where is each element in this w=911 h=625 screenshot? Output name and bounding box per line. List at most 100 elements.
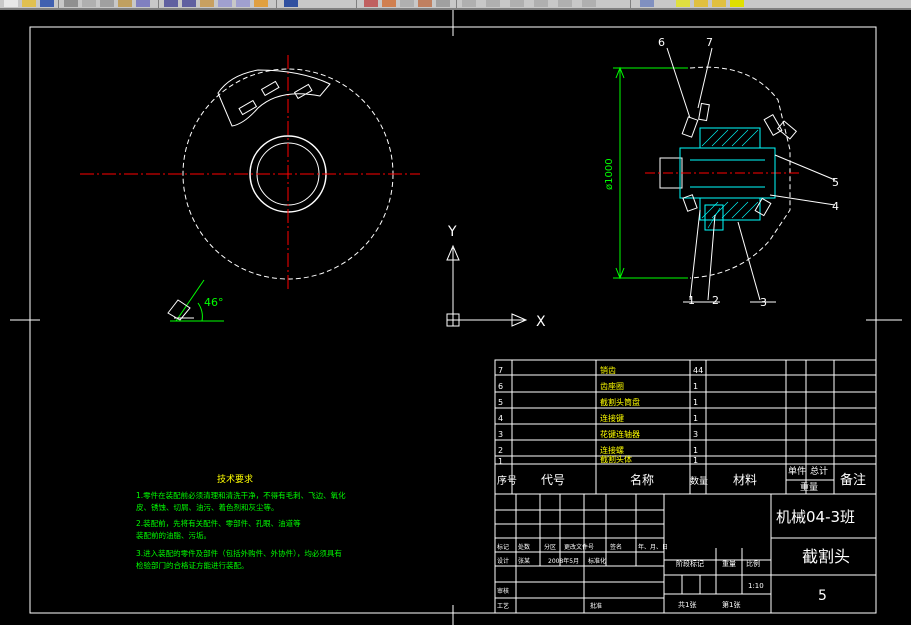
properties-icon[interactable] xyxy=(364,0,378,7)
sheet-set-icon[interactable] xyxy=(418,0,432,7)
part-qty: 1 xyxy=(693,382,698,391)
layer-bulb-icon[interactable] xyxy=(676,0,690,7)
tech-req-line: 1.零件在装配前必须清理和清洗干净，不得有毛刺、飞边、氧化 xyxy=(136,490,346,500)
ucs-y-label: Y xyxy=(447,224,457,240)
save-file-icon[interactable] xyxy=(40,0,54,7)
header-name: 名称 xyxy=(630,472,654,487)
design-center-icon[interactable] xyxy=(382,0,396,7)
header-weight: 重量 xyxy=(800,481,818,493)
undo-icon[interactable] xyxy=(164,0,178,7)
layer-color-icon[interactable] xyxy=(730,0,744,7)
arrow-down-icon[interactable] xyxy=(284,0,298,7)
change-doc-label: 更改文件号 xyxy=(564,543,594,551)
designer-name: 张某 xyxy=(518,557,530,565)
part-no: 2 xyxy=(498,446,503,455)
designer-label: 设计 xyxy=(497,557,509,565)
part-qty: 1 xyxy=(693,398,698,407)
layer-lock-icon[interactable] xyxy=(712,0,726,7)
tech-req-line: 2.装配前，先将有关配件、零部件、孔眼、油道等 xyxy=(136,518,301,528)
approve-label: 批准 xyxy=(590,602,602,610)
toolbar-separator xyxy=(158,0,159,8)
part-name: 连接螺 xyxy=(600,445,624,455)
weight-label: 重量 xyxy=(722,560,736,568)
text-style-icon[interactable] xyxy=(462,0,476,7)
diameter-label: ø1000 xyxy=(604,158,615,190)
part-name: 花键连轴器 xyxy=(600,429,640,439)
part-name: 齿座圈 xyxy=(600,381,624,391)
cut-icon[interactable] xyxy=(82,0,96,7)
date-label: 年、月、日 xyxy=(638,543,668,551)
balloon-7: 7 xyxy=(706,36,713,49)
part-qty: 1 xyxy=(693,456,698,465)
tech-req-line: 皮、锈蚀、切屑、油污、着色剂和灰尘等。 xyxy=(136,502,279,512)
toolbar-separator xyxy=(630,0,631,8)
layer-state-icon[interactable] xyxy=(582,0,596,7)
zoom-realtime-icon[interactable] xyxy=(218,0,232,7)
part-no: 3 xyxy=(498,430,503,439)
header-total: 总计 xyxy=(810,465,828,477)
print-icon[interactable] xyxy=(64,0,78,7)
drawing-canvas[interactable]: 46° Y X ø1000 6 7 5 4 1 2 3 技术要求 1.零件在装配… xyxy=(0,8,911,625)
sheet-of: 第1张 xyxy=(722,600,740,609)
balloon-1: 1 xyxy=(688,294,695,307)
tech-req-line: 检验部门的合格证方能进行装配。 xyxy=(136,560,249,570)
copy-icon[interactable] xyxy=(100,0,114,7)
tech-req-line: 装配前的油脂、污垢。 xyxy=(136,530,211,540)
header-unit: 单件 xyxy=(788,465,806,477)
multileader-icon[interactable] xyxy=(534,0,548,7)
part-no: 1 xyxy=(498,457,503,466)
mark-label: 标记 xyxy=(497,543,509,551)
part-qty: 44 xyxy=(693,366,703,375)
drawing-area[interactable]: 46° Y X ø1000 6 7 5 4 1 2 3 技术要求 1.零件在装配… xyxy=(0,8,911,625)
standardization-label: 标准化 xyxy=(588,557,606,565)
tech-req-title: 技术要求 xyxy=(217,473,253,485)
ucs-x-label: X xyxy=(536,314,546,330)
balloon-6: 6 xyxy=(658,36,665,49)
open-file-icon[interactable] xyxy=(22,0,36,7)
part-qty: 3 xyxy=(693,430,698,439)
table-style-icon[interactable] xyxy=(510,0,524,7)
zoom-window-icon[interactable] xyxy=(236,0,250,7)
zone-label: 分区 xyxy=(544,543,556,551)
process-label: 工艺 xyxy=(497,602,509,610)
part-qty: 1 xyxy=(693,446,698,455)
tool-palettes-icon[interactable] xyxy=(400,0,414,7)
class-name: 机械04-3班 xyxy=(776,508,855,526)
design-date: 2008年5月 xyxy=(548,557,579,565)
header-code: 代号 xyxy=(541,473,565,487)
toolbar-separator xyxy=(356,0,357,8)
new-file-icon[interactable] xyxy=(4,0,18,7)
zoom-previous-icon[interactable] xyxy=(254,0,268,7)
balloon-3: 3 xyxy=(760,296,767,309)
toolbar-separator xyxy=(58,0,59,8)
header-no: 序号 xyxy=(497,474,517,487)
pan-icon[interactable] xyxy=(200,0,214,7)
dim-style-icon[interactable] xyxy=(486,0,500,7)
sheets-total: 共1张 xyxy=(678,600,696,609)
part-no: 5 xyxy=(498,398,503,407)
scale-label: 比例 xyxy=(746,559,760,568)
scale-value: 1:10 xyxy=(748,582,764,590)
balloon-4: 4 xyxy=(832,200,839,213)
signature-label: 签名 xyxy=(610,543,622,551)
layer-sun-icon[interactable] xyxy=(694,0,708,7)
toolbar-separator xyxy=(276,0,277,8)
redo-icon[interactable] xyxy=(182,0,196,7)
header-material: 材料 xyxy=(733,473,757,487)
part-no: 4 xyxy=(498,414,503,423)
layer-manager-icon[interactable] xyxy=(640,0,654,7)
stage-mark-label: 阶段标记 xyxy=(676,559,704,568)
drawing-name: 截割头 xyxy=(802,547,850,566)
part-name: 连接键 xyxy=(600,413,624,423)
match-icon[interactable] xyxy=(136,0,150,7)
balloon-2: 2 xyxy=(712,294,719,307)
paste-icon[interactable] xyxy=(118,0,132,7)
angle-label: 46° xyxy=(204,296,224,309)
markup-icon[interactable] xyxy=(436,0,450,7)
part-name: 截割头体 xyxy=(600,454,632,464)
part-qty: 1 xyxy=(693,414,698,423)
plot-style-icon[interactable] xyxy=(558,0,572,7)
review-label: 审核 xyxy=(497,587,509,595)
sheet-number: 5 xyxy=(818,588,827,604)
balloon-5: 5 xyxy=(832,176,839,189)
